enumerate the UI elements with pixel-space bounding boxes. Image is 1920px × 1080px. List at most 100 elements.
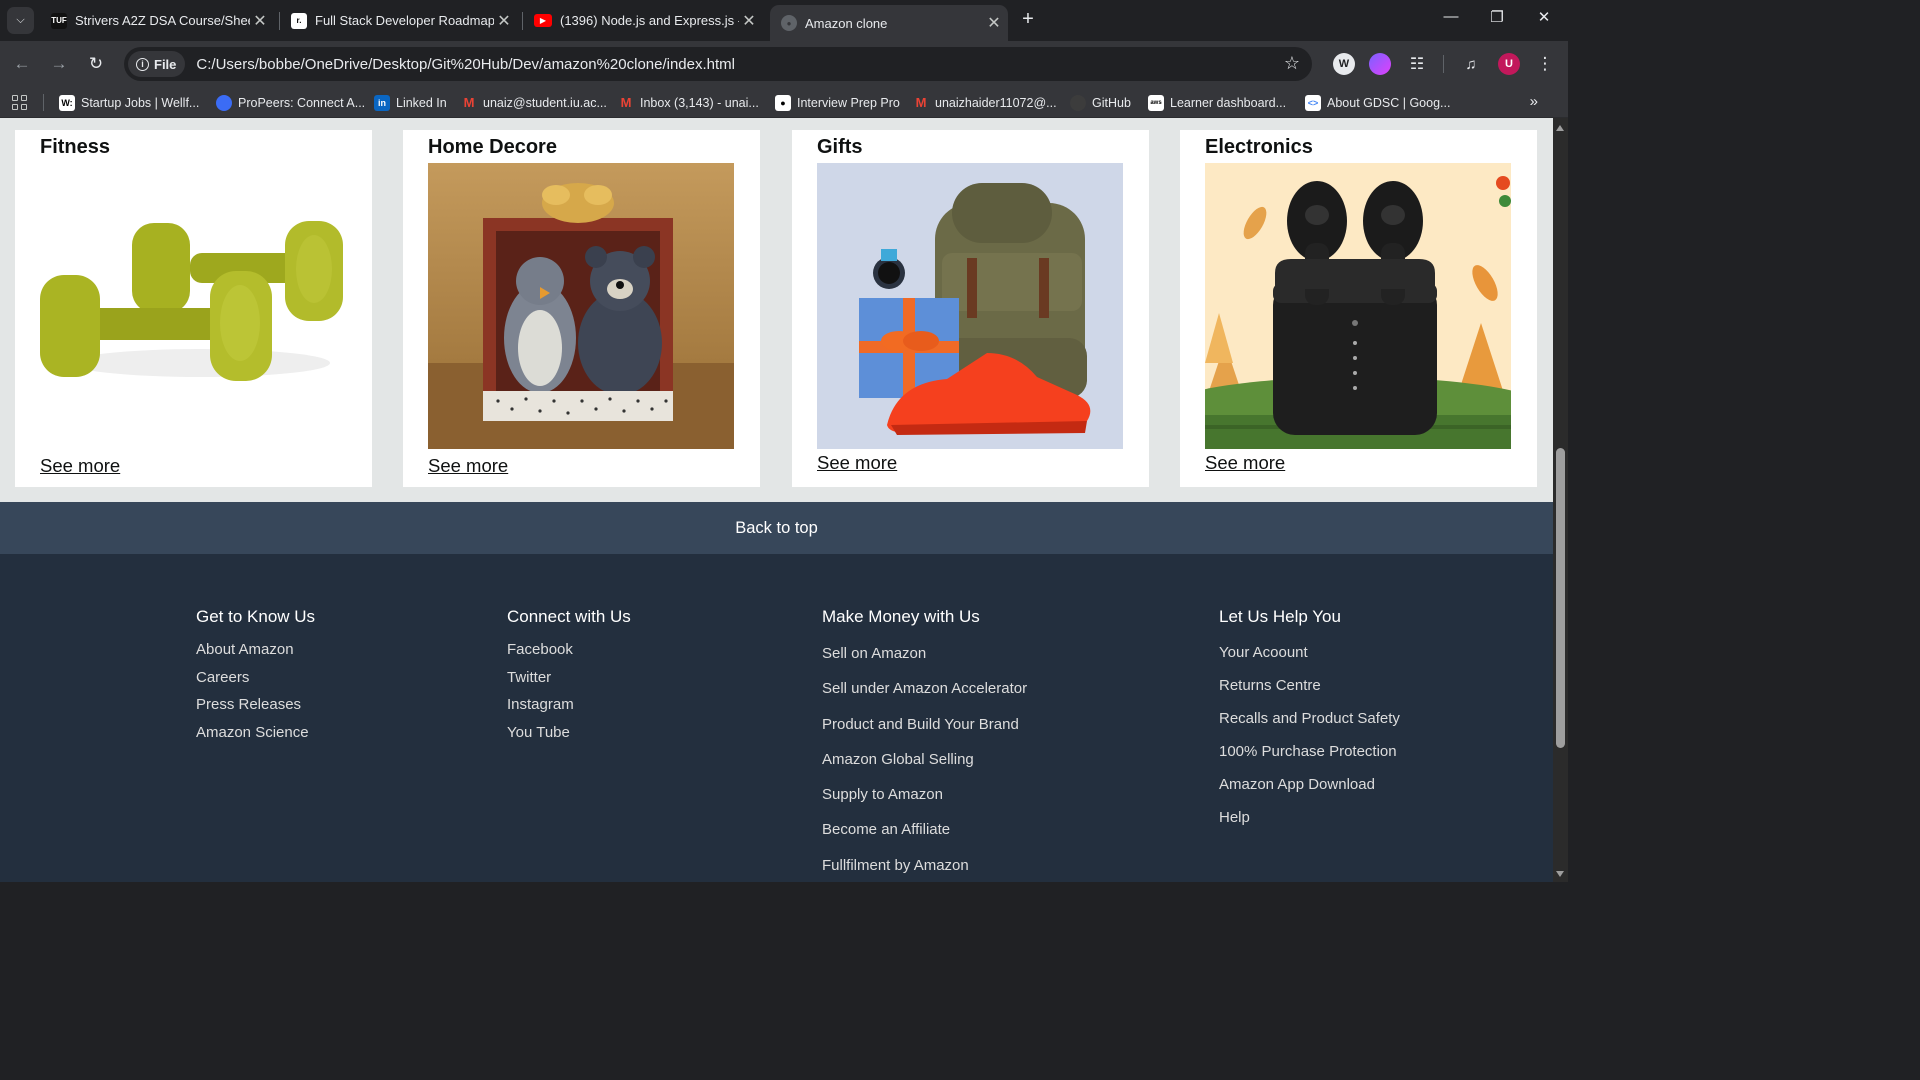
footer-link[interactable]: Amazon Global Selling — [822, 742, 1027, 777]
footer-link[interactable]: Sell under Amazon Accelerator — [822, 671, 1027, 706]
footer-link[interactable]: Amazon App Download — [1219, 768, 1400, 801]
see-more-link[interactable]: See more — [817, 452, 897, 474]
tab-amazon-clone[interactable]: ● Amazon clone ✕ — [770, 5, 1008, 41]
footer-link[interactable]: Become an Affiliate — [822, 812, 1027, 847]
tab-strivers[interactable]: TUF Strivers A2Z DSA Course/Sheet ✕ — [40, 0, 274, 41]
footer-link[interactable]: Facebook — [507, 636, 631, 664]
footer-column-connect-with-us: Connect with Us Facebook Twitter Instagr… — [507, 607, 631, 746]
profile-avatar[interactable]: U — [1498, 53, 1520, 75]
bookmark-wellfound[interactable]: W: Startup Jobs | Wellf... — [59, 87, 199, 118]
footer-heading: Get to Know Us — [196, 607, 316, 626]
reload-button[interactable]: ↻ — [84, 52, 108, 76]
close-icon[interactable]: ✕ — [250, 11, 270, 31]
footer: Get to Know Us About Amazon Careers Pres… — [0, 554, 1553, 882]
bookmark-separator — [43, 94, 44, 111]
bookmark-propeers[interactable]: ProPeers: Connect A... — [216, 87, 365, 118]
see-more-link[interactable]: See more — [428, 455, 508, 477]
back-to-top-button[interactable]: Back to top — [0, 502, 1553, 554]
close-icon[interactable]: ✕ — [984, 13, 1004, 33]
scrollbar-thumb[interactable] — [1556, 448, 1565, 748]
close-window-button[interactable]: ✕ — [1529, 8, 1559, 26]
dumbbells-image[interactable] — [40, 163, 346, 449]
footer-link[interactable]: Recalls and Product Safety — [1219, 702, 1400, 735]
footer-heading: Make Money with Us — [822, 607, 980, 626]
bookmark-learner-dashboard[interactable]: aws Learner dashboard... — [1148, 87, 1286, 118]
footer-link[interactable]: Instagram — [507, 691, 631, 719]
new-tab-button[interactable]: + — [1016, 8, 1040, 32]
gmail-icon: M — [915, 95, 927, 110]
minimize-icon: — — [1443, 8, 1459, 25]
footer-column-get-to-know-us: Get to Know Us About Amazon Careers Pres… — [196, 607, 315, 746]
bookmark-label: Learner dashboard... — [1170, 95, 1287, 110]
w-extension-icon[interactable]: W — [1333, 53, 1355, 75]
tab-youtube-node[interactable]: ▶ (1396) Node.js and Express.js - F ✕ — [523, 0, 763, 41]
scheme-label: File — [154, 56, 177, 72]
bookmark-label: unaiz@student.iu.ac... — [483, 95, 607, 110]
see-more-link[interactable]: See more — [1205, 452, 1285, 474]
site-info-chip[interactable]: i File — [128, 51, 186, 77]
footer-link[interactable]: Twitter — [507, 664, 631, 692]
footer-link[interactable]: Amazon Science — [196, 719, 315, 747]
category-card-fitness: Fitness See more — [15, 130, 372, 487]
footer-heading: Connect with Us — [507, 607, 631, 626]
footer-link[interactable]: Help — [1219, 801, 1400, 834]
bookmark-linkedin[interactable]: in Linked In — [374, 87, 447, 118]
plush-toys-image[interactable] — [428, 163, 734, 449]
media-control-icon[interactable]: ♫ — [1460, 53, 1482, 75]
chevron-double-right-icon[interactable]: » — [1530, 93, 1538, 110]
bookmark-personal-mail[interactable]: M unaizhaider11072@... — [913, 87, 1057, 118]
tab-title: Amazon clone — [805, 15, 888, 31]
puzzle-extensions-icon[interactable]: ☷ — [1406, 53, 1428, 75]
tab-search-button[interactable]: ⌵ — [7, 7, 34, 34]
tab-fullstack-roadmap[interactable]: r. Full Stack Developer Roadmap ✕ — [280, 0, 518, 41]
bookmark-label: GitHub — [1092, 95, 1131, 110]
url-text[interactable]: C:/Users/bobbe/OneDrive/Desktop/Git%20Hu… — [196, 56, 735, 73]
footer-link[interactable]: 100% Purchase Protection — [1219, 735, 1400, 768]
gifts-image[interactable] — [817, 163, 1123, 449]
footer-link[interactable]: Fullfilment by Amazon — [822, 848, 1027, 882]
restore-button[interactable]: ❐ — [1482, 8, 1512, 26]
minimize-button[interactable]: — — [1436, 8, 1466, 25]
bookmark-star-icon[interactable]: ☆ — [1284, 53, 1300, 74]
footer-link[interactable]: Supply to Amazon — [822, 777, 1027, 812]
footer-link[interactable]: You Tube — [507, 719, 631, 747]
close-icon[interactable]: ✕ — [739, 11, 759, 31]
category-card-home-decore: Home Decore See more — [403, 130, 760, 487]
bookmark-gdsc[interactable]: <> About GDSC | Goog... — [1305, 87, 1450, 118]
address-bar[interactable]: i File C:/Users/bobbe/OneDrive/Desktop/G… — [124, 47, 1312, 81]
see-more-link[interactable]: See more — [40, 455, 120, 477]
footer-link[interactable]: Your Acoount — [1219, 636, 1400, 669]
close-icon[interactable]: ✕ — [494, 11, 514, 31]
wellfound-icon: W: — [59, 94, 75, 111]
bookmark-label: Inbox (3,143) - unai... — [640, 95, 759, 110]
menu-kebab-icon[interactable]: ⋮ — [1534, 53, 1556, 75]
apps-grid-icon[interactable] — [12, 95, 28, 111]
footer-column-make-money: Make Money with Us Sell on Amazon Sell u… — [822, 607, 1027, 882]
bookmark-label: About GDSC | Goog... — [1327, 95, 1451, 110]
bookmark-student-mail[interactable]: M unaiz@student.iu.ac... — [461, 87, 607, 118]
bookmark-github[interactable]: GitHub — [1070, 87, 1131, 118]
card-title: Electronics — [1205, 136, 1313, 158]
scroll-up-arrow-icon[interactable] — [1556, 125, 1564, 131]
gdsc-icon: <> — [1305, 94, 1321, 111]
github-icon — [1070, 94, 1086, 111]
footer-link[interactable]: About Amazon — [196, 636, 315, 664]
linkedin-icon: in — [374, 94, 390, 111]
bookmark-interview-prep[interactable]: ● Interview Prep Pro — [775, 87, 900, 118]
footer-link[interactable]: Sell on Amazon — [822, 636, 1027, 671]
forward-button[interactable]: → — [47, 52, 71, 76]
footer-link[interactable]: Press Releases — [196, 691, 315, 719]
page-scrollbar[interactable] — [1553, 118, 1568, 882]
card-title: Home Decore — [428, 136, 557, 158]
footer-link[interactable]: Careers — [196, 664, 315, 692]
bookmark-inbox[interactable]: M Inbox (3,143) - unai... — [618, 87, 759, 118]
earbuds-image[interactable] — [1205, 163, 1511, 449]
brain-extension-icon[interactable] — [1369, 53, 1391, 75]
dumbbells-illustration — [40, 163, 346, 449]
footer-link[interactable]: Returns Centre — [1219, 669, 1400, 702]
plus-icon: + — [1022, 8, 1034, 30]
arrow-right-icon: → — [50, 54, 68, 73]
scroll-down-arrow-icon[interactable] — [1556, 871, 1564, 877]
footer-link[interactable]: Product and Build Your Brand — [822, 707, 1027, 742]
back-button[interactable]: ← — [10, 52, 34, 76]
